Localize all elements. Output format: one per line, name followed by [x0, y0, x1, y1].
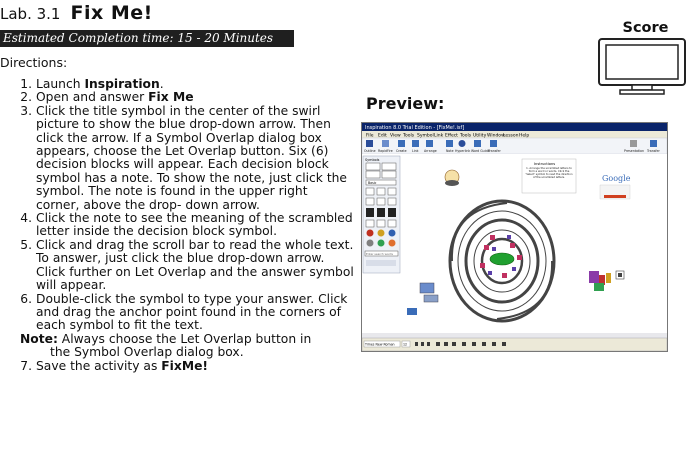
lab-title: Fix Me! [70, 2, 153, 24]
step-item: 1. Launch Inspiration. [14, 77, 354, 91]
preview-menu-lesson: Lesson [503, 133, 519, 139]
preview-tool-note: Note [446, 149, 454, 153]
step-text-end: . [159, 77, 164, 91]
step-number: 6. [20, 291, 32, 306]
steps-list: 1. Launch Inspiration. 2. Open and answer … [14, 77, 354, 373]
step-item: 4. Click the note to see the meaning of t… [14, 211, 354, 239]
preview-instructions-text: 1. Arrange the scrambled letters to form… [525, 167, 573, 179]
step-item: 6. Double-click the symbol to type your a… [14, 291, 354, 333]
preview-menu-view: View [390, 133, 401, 139]
note-item: Note: Always choose the Let Overlap butt… [20, 331, 354, 360]
preview-tool-arrange: Arrange [424, 149, 437, 153]
preview-label: Preview: [366, 94, 445, 113]
preview-menu-tools: Tools [402, 133, 415, 139]
directions-label: Directions: [0, 55, 68, 70]
score-label: Score [622, 20, 669, 36]
preview-search-field[interactable]: Enter search words [366, 252, 393, 256]
step-item: 5. Click and drag the scroll bar to read … [14, 237, 354, 293]
preview-menu-help: Help [519, 133, 529, 139]
preview-tool-transfer-right: Transfer [646, 149, 661, 153]
step-text: Click the title symbol in the center of … [36, 103, 347, 212]
preview-menu-tools-2: Tools [459, 133, 472, 139]
preview-menu-symbol: Symbol [417, 133, 434, 139]
step-text: Launch [36, 77, 85, 91]
preview-tool-create: Create [396, 149, 407, 153]
preview-tool-link: Link [412, 149, 419, 153]
step-text: Save the activity as [36, 358, 162, 373]
preview-font-size[interactable]: 12 [403, 343, 407, 347]
preview-instructions-title: Instructions [534, 162, 555, 166]
preview-window-title: Inspiration 8.0 Trial Edition - [FixMe!.… [365, 125, 464, 131]
step-number: 3. [20, 103, 32, 118]
step-item: 2. Open and answer Fix Me [14, 90, 354, 105]
preview-symbols-panel-title: Symbols [365, 158, 380, 162]
preview-menu-effect: Effect [445, 133, 458, 139]
lab-heading: Lab. 3.1 Fix Me! [0, 2, 153, 24]
note-text-continued: the Symbol Overlap dialog box. [50, 345, 244, 360]
note-text: Always choose the Let Overlap button in [57, 331, 312, 346]
step-bold-text: FixMe! [161, 358, 209, 373]
preview-google-logo: Google [602, 174, 631, 183]
step-text: Click the note to see the meaning of the… [36, 211, 353, 239]
score-monitor-icon [598, 38, 686, 95]
preview-screenshot-image: Inspiration 8.0 Trial Edition - [FixMe!.… [362, 123, 667, 351]
step-number: 5. [20, 237, 32, 252]
preview-tool-transfer: Transfer [487, 149, 502, 153]
preview-tool-rapidfire: RapidFire [378, 149, 393, 153]
preview-tool-outline: Outline [364, 149, 376, 153]
step-bold-text: Fix Me [148, 90, 194, 105]
preview-menu-edit: Edit [378, 133, 387, 139]
step-number: 7. [20, 358, 32, 373]
preview-tool-hyperlink: Hyperlink [455, 149, 470, 153]
step-number: 4. [20, 211, 32, 226]
step-text: Double-click the symbol to type your ans… [36, 291, 348, 333]
preview-screenshot: Inspiration 8.0 Trial Edition - [FixMe!.… [361, 122, 668, 352]
note-label: Note: [20, 331, 58, 346]
step-bold-text: Inspiration [84, 77, 160, 91]
step-text: Open and answer [36, 90, 149, 105]
preview-menu-utility: Utility [473, 133, 487, 139]
lab-number: Lab. 3.1 [0, 5, 61, 23]
step-item: 3. Click the title symbol in the center o… [14, 103, 354, 212]
step-item: 7. Save the activity as FixMe! [14, 358, 354, 373]
preview-menu-file: File [366, 133, 374, 139]
preview-tool-word-guide: Word Guide [471, 149, 490, 153]
step-text: Click and drag the scroll bar to read th… [36, 237, 354, 293]
preview-font-select[interactable]: Times New Roman [364, 343, 395, 347]
preview-menu-link: Link [434, 133, 444, 139]
step-number: 1. [20, 77, 32, 91]
preview-basic-dropdown: Basic [368, 181, 377, 185]
step-number: 2. [20, 90, 32, 105]
preview-tool-presentation: Presentation [624, 149, 644, 153]
completion-time-banner: Estimated Completion time: 15 - 20 Minut… [0, 30, 294, 47]
